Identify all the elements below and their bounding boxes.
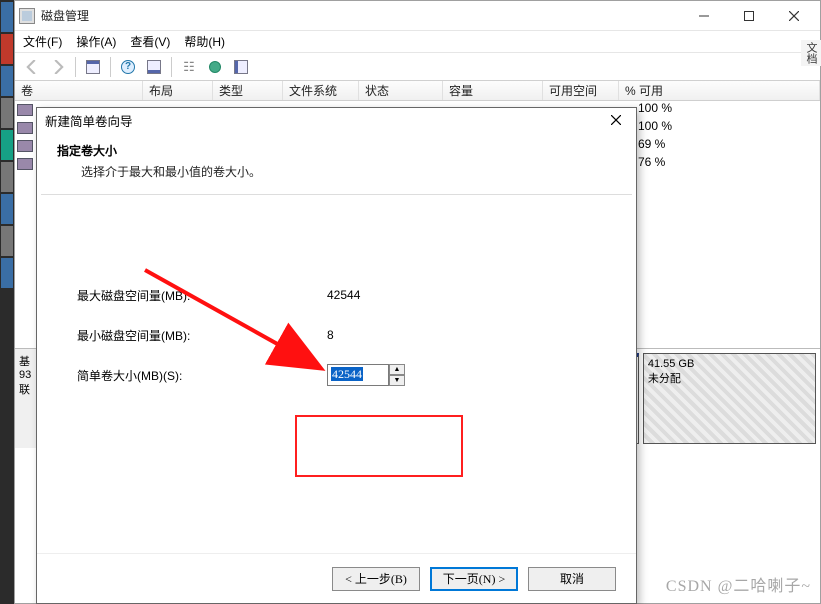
dialog-subheading: 选择介于最大和最小值的卷大小。 (57, 163, 616, 180)
toolbar: ? ☷ (15, 53, 820, 81)
volume-size-value: 42544 (331, 367, 363, 381)
panel-left-icon (234, 60, 248, 74)
volume-icon (17, 158, 33, 170)
volume-icon (17, 122, 33, 134)
volume-size-row: 简单卷大小(MB)(S): 42544 ▲ ▼ (77, 355, 596, 395)
close-icon (611, 115, 621, 125)
volume-size-label: 简单卷大小(MB)(S): (77, 367, 327, 384)
next-button[interactable]: 下一页(N) > (430, 567, 518, 591)
percent-value: 69 % (634, 137, 672, 155)
col-volume[interactable]: 卷 (15, 81, 143, 100)
volume-list-header: 卷 布局 类型 文件系统 状态 容量 可用空间 % 可用 (15, 81, 820, 101)
menu-action[interactable]: 操作(A) (76, 33, 116, 50)
max-space-row: 最大磁盘空间量(MB): 42544 (77, 275, 596, 315)
percent-value: 100 % (634, 101, 672, 119)
refresh-button[interactable] (204, 56, 226, 78)
minimize-button[interactable] (681, 2, 726, 30)
cancel-button[interactable]: 取消 (528, 567, 616, 591)
close-button[interactable] (771, 2, 816, 30)
help-icon: ? (121, 60, 135, 74)
min-space-label: 最小磁盘空间量(MB): (77, 327, 327, 344)
nav-back-button[interactable] (21, 56, 43, 78)
spin-down-button[interactable]: ▼ (389, 375, 405, 386)
menu-help[interactable]: 帮助(H) (184, 33, 225, 50)
side-label: 文档 (801, 40, 821, 66)
dialog-heading: 指定卷大小 (57, 142, 616, 159)
arrow-left-icon (25, 60, 39, 74)
dialog-header: 指定卷大小 选择介于最大和最小值的卷大小。 (37, 132, 636, 194)
dialog-titlebar: 新建简单卷向导 (37, 108, 636, 132)
col-capacity[interactable]: 容量 (443, 81, 543, 100)
arrow-right-icon (51, 60, 65, 74)
col-percent[interactable]: % 可用 (619, 81, 820, 100)
volume-icon (17, 140, 33, 152)
dialog-body: 最大磁盘空间量(MB): 42544 最小磁盘空间量(MB): 8 简单卷大小(… (37, 215, 636, 553)
percent-value: 100 % (634, 119, 672, 137)
view-bottom-button[interactable] (143, 56, 165, 78)
refresh-icon (209, 61, 221, 73)
col-status[interactable]: 状态 (359, 81, 443, 100)
window-title: 磁盘管理 (41, 7, 89, 24)
disk-partition-unallocated[interactable]: 41.55 GB 未分配 (643, 353, 816, 444)
menubar: 文件(F) 操作(A) 查看(V) 帮助(H) (15, 31, 820, 53)
app-icon (19, 8, 35, 24)
col-type[interactable]: 类型 (213, 81, 283, 100)
dialog-footer: < 上一步(B) 下一页(N) > 取消 (37, 553, 636, 603)
volume-icon (17, 104, 33, 116)
volume-size-input[interactable]: 42544 (327, 364, 389, 386)
unalloc-size: 41.55 GB (648, 358, 811, 370)
col-fs[interactable]: 文件系统 (283, 81, 359, 100)
spin-up-button[interactable]: ▲ (389, 364, 405, 375)
dialog-close-button[interactable] (604, 110, 628, 130)
max-space-value: 42544 (327, 288, 360, 302)
left-taskbar (0, 0, 14, 604)
titlebar: 磁盘管理 (15, 1, 820, 31)
watermark: CSDN @二哈喇子~ (666, 572, 811, 596)
close-icon (789, 11, 799, 21)
percent-value: 76 % (634, 155, 672, 173)
unalloc-label: 未分配 (648, 370, 811, 386)
min-space-row: 最小磁盘空间量(MB): 8 (77, 315, 596, 355)
back-button[interactable]: < 上一步(B) (332, 567, 420, 591)
maximize-button[interactable] (726, 2, 771, 30)
view-top-button[interactable] (82, 56, 104, 78)
maximize-icon (744, 11, 754, 21)
nav-forward-button[interactable] (47, 56, 69, 78)
menu-view[interactable]: 查看(V) (130, 33, 170, 50)
settings-icon: ☷ (183, 59, 195, 75)
view-list-button[interactable] (230, 56, 252, 78)
menu-file[interactable]: 文件(F) (23, 33, 62, 50)
panel-top-icon (86, 60, 100, 74)
help-button[interactable]: ? (117, 56, 139, 78)
new-simple-volume-wizard: 新建简单卷向导 指定卷大小 选择介于最大和最小值的卷大小。 最大磁盘空间量(MB… (36, 107, 637, 604)
percent-column-values: 100 % 100 % 69 % 76 % (634, 101, 672, 173)
col-layout[interactable]: 布局 (143, 81, 213, 100)
annotation-highlight-box (295, 415, 463, 477)
dialog-title: 新建简单卷向导 (45, 111, 604, 130)
col-free[interactable]: 可用空间 (543, 81, 619, 100)
panel-bottom-icon (147, 60, 161, 74)
min-space-value: 8 (327, 328, 334, 342)
minimize-icon (699, 11, 709, 21)
settings-button[interactable]: ☷ (178, 56, 200, 78)
max-space-label: 最大磁盘空间量(MB): (77, 287, 327, 304)
